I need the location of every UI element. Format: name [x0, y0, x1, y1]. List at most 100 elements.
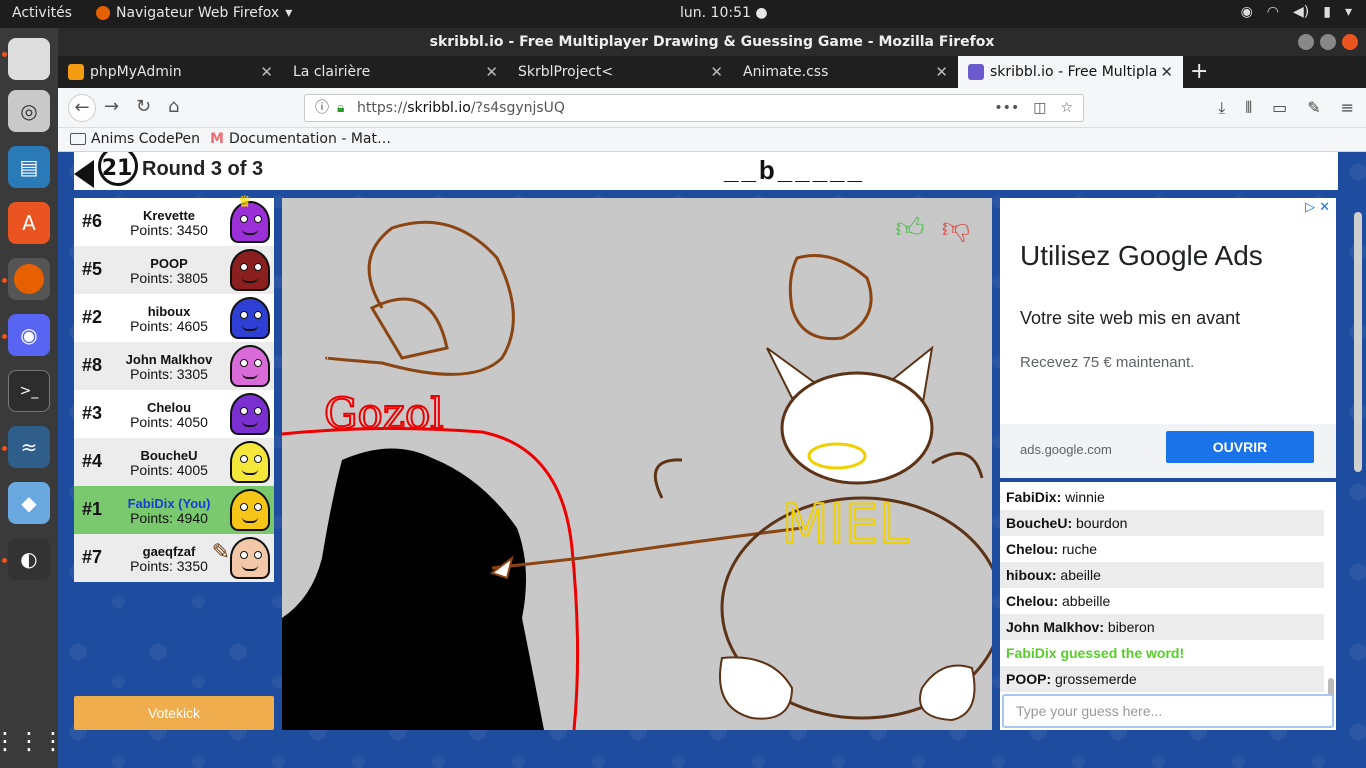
- downloads-icon[interactable]: ⤓: [1218, 98, 1225, 118]
- activities-button[interactable]: Activités: [12, 5, 72, 21]
- chevron-down-icon[interactable]: ▾: [1345, 4, 1352, 20]
- bear-foot-left: [719, 656, 794, 720]
- tab-animate-css[interactable]: Animate.css ✕: [733, 56, 958, 88]
- player-list: #6 Krevette Points: 3450 ♛ #5 POOP Points: 380…: [74, 192, 274, 582]
- chat-system-text: FabiDix guessed the word!: [1006, 645, 1185, 661]
- menu-icon[interactable]: ≡: [1341, 98, 1354, 118]
- terminal-icon[interactable]: >_: [8, 370, 50, 412]
- chat-text: bourdon: [1072, 515, 1128, 531]
- player-row[interactable]: #7 gaeqfzaf Points: 3350 ✎: [74, 534, 274, 582]
- sidebar-icon[interactable]: ▭: [1272, 98, 1287, 118]
- home-button[interactable]: ⌂: [168, 96, 179, 117]
- ad-domain[interactable]: ads.google.com: [1020, 442, 1112, 457]
- wifi-icon[interactable]: ◠: [1267, 4, 1279, 20]
- pencil-icon: ✎: [211, 540, 230, 565]
- apps-grid-icon[interactable]: ⋮⋮⋮: [0, 720, 65, 762]
- avatar-eye: [254, 455, 262, 463]
- ad-headline[interactable]: Utilisez Google Ads: [1020, 240, 1263, 272]
- system-tray[interactable]: ◉ ◠ ◀) ▮ ▾: [1241, 4, 1352, 20]
- materialize-icon: M: [210, 131, 224, 147]
- page-actions-icon[interactable]: •••: [994, 95, 1019, 121]
- tab-label: phpMyAdmin: [90, 64, 182, 80]
- player-row[interactable]: #6 Krevette Points: 3450 ♛: [74, 192, 274, 246]
- page-scrollbar[interactable]: [1354, 212, 1362, 472]
- chat-text: abbeille: [1058, 593, 1111, 609]
- forward-button[interactable]: →: [104, 96, 119, 117]
- player-row[interactable]: #4 BoucheU Points: 4005: [74, 438, 274, 486]
- info-icon[interactable]: ⓘ: [315, 95, 329, 121]
- player-row[interactable]: #5 POOP Points: 3805: [74, 246, 274, 294]
- rhythmbox-icon[interactable]: ◎: [8, 90, 50, 132]
- volume-icon[interactable]: ◀): [1293, 4, 1309, 20]
- close-tab-icon[interactable]: ✕: [260, 56, 273, 88]
- chat-message: FabiDix: winnie: [1000, 484, 1324, 510]
- color-picker-icon[interactable]: ◐: [8, 538, 50, 580]
- maximize-button[interactable]: [1320, 34, 1336, 50]
- window-titlebar[interactable]: skribbl.io - Free Multiplayer Drawing & …: [58, 28, 1366, 56]
- tab-skribbl[interactable]: skribbl.io - Free Multipla ✕: [958, 56, 1183, 88]
- extension-icon[interactable]: ✎: [1307, 98, 1320, 118]
- player-avatar: [230, 249, 270, 291]
- player-points: Points: 4005: [130, 462, 208, 478]
- thumbs-down-icon[interactable]: 👎︎: [936, 208, 976, 248]
- new-tab-button[interactable]: +: [1190, 56, 1208, 88]
- bookmark-star-icon[interactable]: ☆: [1060, 95, 1073, 121]
- close-window-button[interactable]: [1342, 34, 1358, 50]
- player-rank: #1: [82, 499, 103, 519]
- player-row[interactable]: #8 John Malkhov Points: 3305: [74, 342, 274, 390]
- close-tab-icon[interactable]: ✕: [710, 56, 723, 88]
- discord-tray-icon[interactable]: ◉: [1241, 4, 1253, 20]
- url-bar[interactable]: ⓘ 🔒︎ https://skribbl.io/?s4sgynjsUQ ••• …: [304, 94, 1084, 122]
- window-title: skribbl.io - Free Multiplayer Drawing & …: [429, 34, 995, 50]
- tab-phpmyadmin[interactable]: phpMyAdmin ✕: [58, 56, 283, 88]
- chat-message: hiboux: abeille: [1000, 562, 1324, 588]
- software-center-icon[interactable]: A: [8, 202, 50, 244]
- mysql-workbench-icon[interactable]: ≈: [8, 426, 50, 468]
- ad-open-button[interactable]: OUVRIR: [1166, 431, 1314, 463]
- player-row[interactable]: #1 FabiDix (You) Points: 4940: [74, 486, 274, 534]
- player-row[interactable]: #3 Chelou Points: 4050: [74, 390, 274, 438]
- tab-skrblproject[interactable]: SkrblProject< ✕: [508, 56, 733, 88]
- pocket-icon[interactable]: ◫: [1033, 95, 1046, 121]
- google-ad[interactable]: ▷ ✕ Utilisez Google Ads Votre site web m…: [1000, 198, 1336, 478]
- system-top-bar: Activités Navigateur Web Firefox ▾ lun. …: [0, 0, 1366, 28]
- writer-icon[interactable]: ▤: [8, 146, 50, 188]
- tab-label: Animate.css: [743, 64, 829, 80]
- avatar-mouth: [242, 277, 258, 283]
- close-tab-icon[interactable]: ✕: [485, 56, 498, 88]
- battery-icon[interactable]: ▮: [1323, 4, 1331, 20]
- app-menu[interactable]: Navigateur Web Firefox ▾: [96, 5, 292, 21]
- minimize-button[interactable]: [1298, 34, 1314, 50]
- adchoices-icon[interactable]: ▷ ✕: [1305, 200, 1330, 215]
- bookmark-anims-codepen[interactable]: Anims CodePen: [70, 131, 200, 147]
- timer: 21: [94, 152, 140, 190]
- tab-la-clairiere[interactable]: La clairière ✕: [283, 56, 508, 88]
- player-rank: #7: [82, 547, 103, 567]
- timer-value: 21: [101, 156, 133, 181]
- speaker-icon[interactable]: [74, 160, 94, 188]
- back-button[interactable]: ←: [68, 94, 96, 122]
- player-row[interactable]: #2 hiboux Points: 4605: [74, 294, 274, 342]
- close-tab-icon[interactable]: ✕: [1160, 56, 1173, 88]
- chat-message: POOP: grossemerde: [1000, 666, 1324, 692]
- skribbl-page: 21 Round 3 of 3 __b_____ #6 Krevette Point…: [58, 152, 1366, 768]
- votekick-button[interactable]: Votekick: [74, 696, 274, 730]
- avatar-eye: [254, 407, 262, 415]
- virtualbox-icon[interactable]: ◆: [8, 482, 50, 524]
- tab-label: skribbl.io - Free Multipla: [990, 64, 1158, 80]
- game-header: 21 Round 3 of 3 __b_____: [74, 152, 1338, 190]
- avatar-eye: [240, 455, 248, 463]
- bookmark-label: Anims CodePen: [91, 131, 200, 147]
- clock[interactable]: lun. 10:51 ●: [680, 5, 768, 21]
- close-tab-icon[interactable]: ✕: [935, 56, 948, 88]
- thumbs-up-icon[interactable]: 👍︎: [890, 208, 930, 248]
- reload-button[interactable]: ↻: [136, 96, 151, 117]
- firefox-dock-icon[interactable]: [8, 258, 50, 300]
- avatar-eye: [254, 551, 262, 559]
- avatar-mouth: [242, 517, 258, 523]
- guess-input[interactable]: [1002, 694, 1334, 728]
- discord-icon[interactable]: ◉: [8, 314, 50, 356]
- bookmark-documentation[interactable]: M Documentation - Mat…: [210, 131, 391, 147]
- library-icon[interactable]: ⫴: [1245, 98, 1252, 118]
- files-icon[interactable]: [8, 38, 50, 80]
